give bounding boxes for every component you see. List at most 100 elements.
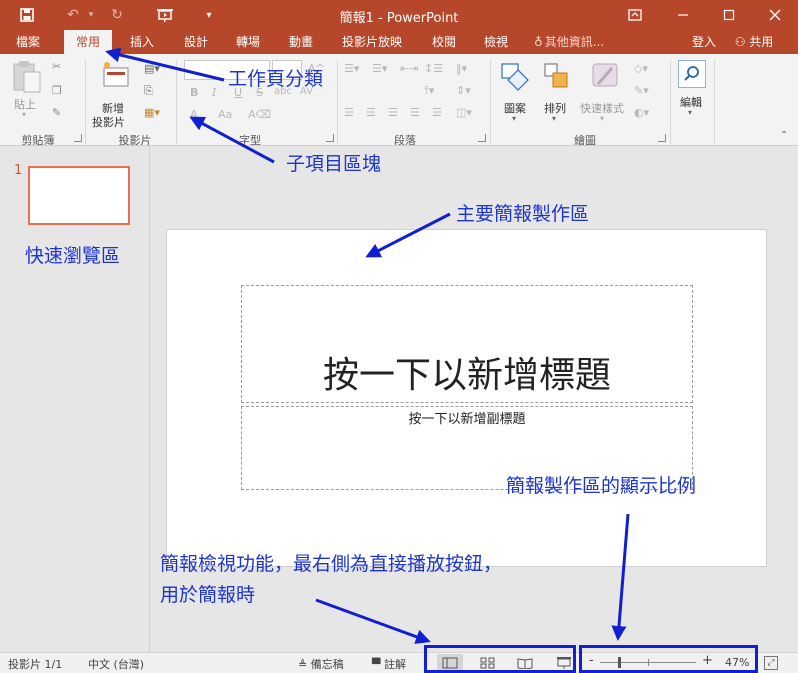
copy-icon[interactable]: ❐ bbox=[52, 84, 62, 97]
group-divider bbox=[85, 60, 86, 144]
notes-button[interactable]: ≜ 備忘稿 bbox=[298, 656, 344, 672]
arrange-icon bbox=[544, 63, 568, 88]
share-label: 共用 bbox=[749, 35, 774, 49]
ribbon-tabs: 檔案 常用 插入 設計 轉場 動畫 投影片放映 校閱 檢視 ♁ 其他資訊... 登… bbox=[0, 30, 798, 54]
format-painter-icon[interactable]: ✎ bbox=[52, 106, 61, 119]
comment-icon: ▀ bbox=[372, 658, 381, 671]
reset-icon[interactable]: ⎘ bbox=[144, 84, 153, 98]
share-button[interactable]: ⚇ 共用 bbox=[730, 30, 778, 54]
slide-number: 1 bbox=[14, 163, 23, 178]
annotation-zoom-ratio: 簡報製作區的顯示比例 bbox=[506, 475, 697, 497]
minimize-icon[interactable] bbox=[672, 4, 694, 26]
text-direction-icon[interactable]: ⤒▾ bbox=[424, 84, 434, 98]
find-icon bbox=[678, 60, 706, 88]
change-case-button[interactable]: Aa bbox=[218, 108, 232, 121]
arrange-dropdown-icon: ▾ bbox=[552, 114, 557, 123]
paste-button[interactable]: 貼上 ▾ bbox=[8, 60, 46, 122]
align-right-icon[interactable]: ☰ bbox=[388, 106, 398, 119]
tab-slideshow[interactable]: 投影片放映 bbox=[336, 30, 408, 54]
align-text-icon[interactable]: ⇕▾ bbox=[456, 84, 471, 97]
annotation-view-line-1: 簡報檢視功能，最右側為直接播放按鈕， bbox=[160, 553, 503, 575]
restore-icon[interactable] bbox=[718, 4, 740, 26]
font-group-label: 字型 bbox=[239, 134, 261, 147]
person-icon: ⚇ bbox=[734, 35, 746, 49]
group-divider bbox=[714, 60, 715, 144]
section-icon[interactable]: ▦▾ bbox=[144, 106, 160, 119]
quick-styles-dropdown-icon: ▾ bbox=[600, 114, 605, 123]
editing-dropdown-icon: ▾ bbox=[688, 108, 693, 117]
group-divider bbox=[490, 60, 491, 144]
italic-button[interactable]: I bbox=[212, 86, 216, 99]
shape-outline-icon[interactable]: ✎▾ bbox=[634, 84, 649, 97]
ribbon: 貼上 ▾ ✂ ❐ ✎ 剪貼簿 新增 投影片 ▤▾ ⎘ ▦▾ 投影片 A^ B I… bbox=[0, 54, 798, 147]
tell-me-box[interactable]: ♁ 其他資訊... bbox=[534, 30, 614, 54]
drawing-group-label: 繪圖 bbox=[574, 134, 596, 147]
powerpoint-window: ↶ ▾ ↻ ▾ 簡報1 - PowerPoint 檔案 常用 插入 設計 轉場 … bbox=[0, 0, 798, 673]
close-icon[interactable] bbox=[764, 4, 786, 26]
line-spacing-icon[interactable]: ↕☰ bbox=[424, 62, 443, 75]
shapes-dropdown-icon: ▾ bbox=[512, 114, 517, 123]
collapse-ribbon-icon[interactable]: ⌃ bbox=[780, 130, 788, 141]
ribbon-display-options-icon[interactable] bbox=[624, 4, 646, 26]
tab-home[interactable]: 常用 bbox=[64, 30, 112, 54]
lightbulb-icon: ♁ bbox=[534, 35, 543, 49]
tab-review[interactable]: 校閱 bbox=[424, 30, 464, 54]
new-slide-icon bbox=[103, 62, 129, 87]
shape-fill-icon[interactable]: ◇▾ bbox=[634, 62, 648, 75]
font-color-button[interactable]: A bbox=[190, 108, 198, 121]
distributed-icon[interactable]: ☰ bbox=[432, 106, 442, 119]
language-status[interactable]: 中文 (台灣) bbox=[88, 656, 144, 672]
tab-animations[interactable]: 動畫 bbox=[281, 30, 321, 54]
comments-button[interactable]: ▀ 註解 bbox=[372, 656, 406, 672]
align-center-icon[interactable]: ☰ bbox=[366, 106, 376, 119]
subtitle-placeholder-text: 按一下以新增副標題 bbox=[408, 412, 526, 427]
annotation-view-line-2: 用於簡報時 bbox=[160, 584, 256, 606]
numbering-icon[interactable]: ☰▾ bbox=[372, 62, 387, 75]
bold-button[interactable]: B bbox=[190, 86, 198, 99]
paste-dropdown-icon: ▾ bbox=[22, 110, 27, 119]
editing-button[interactable]: 編輯 ▾ bbox=[676, 60, 710, 126]
annotation-quick-browse: 快速瀏覽區 bbox=[25, 245, 121, 267]
comments-label: 註解 bbox=[383, 658, 406, 671]
arrange-button[interactable]: 排列 ▾ bbox=[540, 60, 576, 126]
tell-me-label: 其他資訊... bbox=[544, 35, 605, 49]
annotation-groups: 子項目區塊 bbox=[286, 153, 382, 175]
align-left-icon[interactable]: ☰ bbox=[344, 106, 354, 119]
bullets-icon[interactable]: ☰▾ bbox=[344, 62, 359, 75]
title-bar: ↶ ▾ ↻ ▾ 簡報1 - PowerPoint bbox=[0, 0, 798, 30]
columns-icon[interactable]: ‖▾ bbox=[456, 62, 467, 75]
paragraph-group-label: 段落 bbox=[394, 134, 416, 147]
vertical-scrollbar[interactable] bbox=[785, 146, 798, 652]
smartart-icon[interactable]: ◫▾ bbox=[456, 106, 472, 119]
slide-thumbnail[interactable] bbox=[28, 166, 130, 225]
quick-styles-button[interactable]: 快速樣式 ▾ bbox=[580, 60, 630, 126]
indent-icon[interactable]: ⇤⇥ bbox=[400, 62, 418, 75]
tab-transitions[interactable]: 轉場 bbox=[228, 30, 268, 54]
tab-design[interactable]: 設計 bbox=[176, 30, 216, 54]
fit-to-window-button[interactable]: ⤢ bbox=[764, 656, 778, 670]
tab-view[interactable]: 檢視 bbox=[476, 30, 516, 54]
shapes-button[interactable]: 圖案 ▾ bbox=[496, 60, 536, 126]
drawing-launcher-icon[interactable] bbox=[658, 134, 666, 142]
clipboard-launcher-icon[interactable] bbox=[74, 134, 82, 142]
tab-file[interactable]: 檔案 bbox=[6, 30, 50, 54]
cut-icon[interactable]: ✂ bbox=[52, 60, 61, 73]
annotation-main-area: 主要簡報製作區 bbox=[456, 203, 590, 225]
sign-in-link[interactable]: 登入 bbox=[686, 30, 722, 54]
paragraph-launcher-icon[interactable] bbox=[478, 134, 486, 142]
new-slide-button[interactable]: 新增 投影片 bbox=[92, 60, 138, 129]
group-divider bbox=[176, 60, 177, 144]
notes-label: 備忘稿 bbox=[310, 658, 344, 671]
zoom-highlight bbox=[579, 645, 758, 673]
shapes-icon bbox=[501, 63, 529, 91]
new-slide-label-2: 投影片 bbox=[92, 116, 125, 129]
notes-icon: ≜ bbox=[298, 658, 308, 671]
slide-count-status: 投影片 1/1 bbox=[8, 658, 63, 671]
justify-icon[interactable]: ☰ bbox=[410, 106, 420, 119]
clear-format-icon[interactable]: A⌫ bbox=[248, 108, 271, 121]
shape-effects-icon[interactable]: ◐▾ bbox=[634, 106, 649, 119]
layout-icon[interactable]: ▤▾ bbox=[144, 62, 160, 75]
annotation-tabs: 工作頁分類 bbox=[228, 68, 324, 90]
tab-insert[interactable]: 插入 bbox=[122, 30, 162, 54]
font-launcher-icon[interactable] bbox=[326, 134, 334, 142]
